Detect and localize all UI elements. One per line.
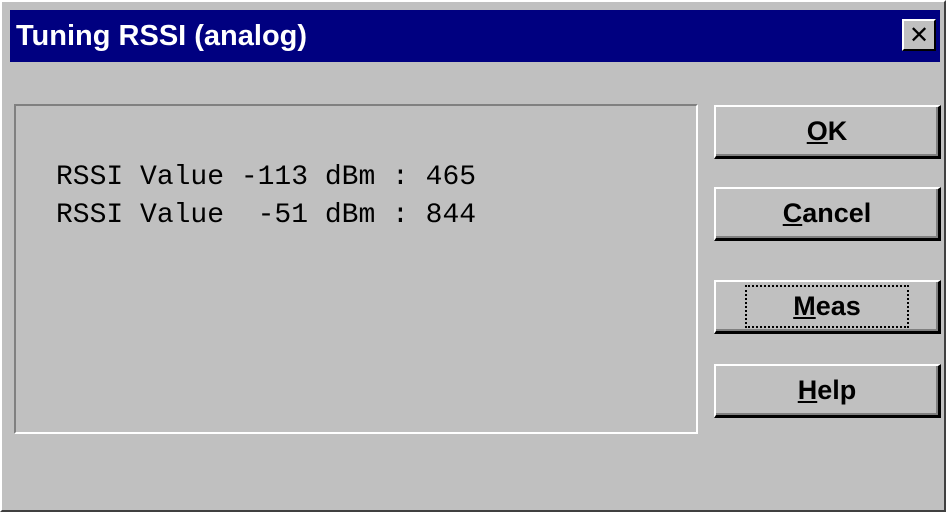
- title-bar[interactable]: Tuning RSSI (analog) ✕: [10, 10, 940, 62]
- rssi-value-line-2: RSSI Value -51 dBm : 844: [56, 200, 477, 231]
- cancel-button[interactable]: Cancel: [714, 187, 941, 241]
- window-title: Tuning RSSI (analog): [16, 20, 308, 52]
- meas-button-label: Meas: [745, 285, 909, 328]
- close-icon: ✕: [908, 21, 930, 49]
- ok-button-label: OK: [806, 116, 848, 146]
- close-button[interactable]: ✕: [902, 19, 936, 51]
- dialog-window: Tuning RSSI (analog) ✕ RSSI Value -113 d…: [0, 0, 946, 512]
- help-button-label: Help: [797, 375, 857, 405]
- rssi-value-line-1: RSSI Value -113 dBm : 465: [56, 162, 477, 193]
- cancel-button-label: Cancel: [782, 198, 872, 228]
- rssi-group-box: RSSI Value -113 dBm : 465 RSSI Value -51…: [14, 104, 698, 434]
- meas-button[interactable]: Meas: [714, 280, 941, 334]
- help-button[interactable]: Help: [714, 364, 941, 418]
- ok-button[interactable]: OK: [714, 105, 941, 159]
